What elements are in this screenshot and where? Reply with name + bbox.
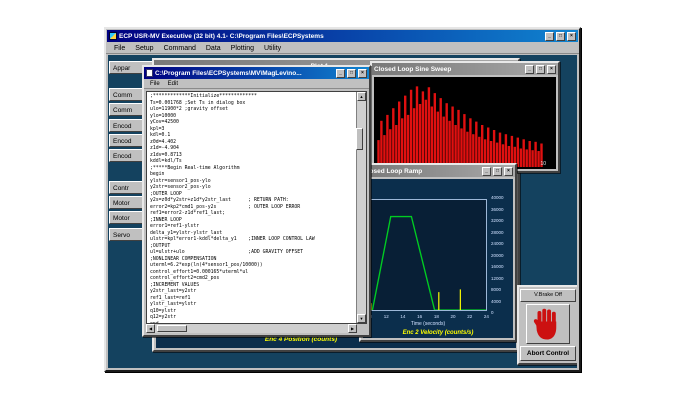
ramp-titlebar[interactable]: Closed Loop Ramp _ □ × (361, 165, 515, 177)
ramp-xtick-label: 16 (417, 314, 423, 319)
control-panel: V.Brake Off Abort Control (517, 285, 577, 365)
ramp-ytick-label: 32000 (491, 218, 504, 223)
ramp-maximize-button[interactable]: □ (493, 166, 502, 176)
app-titlebar[interactable]: ECP USR-MV Executive (32 bit) 4.1- C:\Pr… (107, 30, 578, 42)
ramp-window: Closed Loop Ramp _ □ × 40000 36000 32000 28… (359, 163, 517, 342)
menu-utility[interactable]: Utility (259, 45, 286, 52)
editor-vertical-scrollbar[interactable]: ▲ ▼ (356, 92, 366, 323)
editor-window: C:\Program Files\ECPSystems\MV\MagLev\no… (142, 65, 371, 337)
sine-sweep-spectrum-plot (377, 86, 543, 167)
ramp-ytick-label: 16000 (491, 264, 504, 269)
menu-plotting[interactable]: Plotting (226, 45, 259, 52)
ramp-xtick-label: 14 (400, 314, 406, 319)
ramp-ytick-label: 4000 (491, 298, 502, 304)
document-icon (146, 69, 153, 77)
vertical-scroll-thumb[interactable] (356, 128, 363, 150)
app-title: ECP USR-MV Executive (32 bit) 4.1- C:\Pr… (119, 32, 324, 40)
ramp-ytick-label: 20000 (491, 252, 504, 258)
ramp-x-axis: 1012141618202224 (367, 314, 489, 319)
editor-menu-edit[interactable]: Edit (164, 81, 182, 87)
vbrake-off-button[interactable]: V.Brake Off (520, 289, 576, 302)
ramp-xtick-label: 24 (483, 314, 489, 319)
menu-file[interactable]: File (109, 45, 130, 52)
app-client-area: Appar Comm Comm Encod Encod Encod Contr … (108, 55, 577, 368)
menu-command[interactable]: Command (159, 45, 201, 52)
ramp-y-axis: 40000 36000 32000 28000 24000 20000 16000 12000… (491, 195, 515, 315)
editor-menubar: File Edit (144, 79, 369, 89)
sine-sweep-close-button[interactable]: × (547, 64, 556, 74)
ramp-plot-frame (369, 199, 487, 311)
ramp-plot-area: 40000 36000 32000 28000 24000 20000 16000 12000… (363, 179, 513, 338)
editor-maximize-button[interactable]: □ (347, 68, 356, 78)
sine-sweep-window: Closed Loop Sine Sweep _ □ × 10 (370, 61, 560, 173)
editor-close-button[interactable]: × (358, 68, 367, 78)
code-text-area[interactable]: ;*************Initialize************* Ts… (147, 92, 356, 323)
ramp-plot-svg (370, 215, 486, 310)
abort-control-button[interactable]: Abort Control (520, 346, 576, 361)
ramp-x-axis-label: Time (seconds) (410, 321, 446, 327)
ramp-caption: Enc 2 Velocity (counts/s) (402, 330, 474, 336)
ramp-xtick-label: 18 (433, 314, 439, 319)
app-menubar: File Setup Command Data Plotting Utility (106, 43, 579, 54)
ramp-ytick-label: 28000 (491, 229, 504, 235)
sine-sweep-maximize-button[interactable]: □ (536, 64, 545, 74)
ramp-minimize-button[interactable]: _ (482, 166, 491, 176)
app-icon (109, 32, 117, 40)
sine-sweep-titlebar[interactable]: Closed Loop Sine Sweep _ □ × (372, 63, 558, 75)
menu-setup[interactable]: Setup (130, 45, 158, 52)
app-minimize-button[interactable]: _ (545, 31, 554, 41)
abort-hand-button[interactable] (526, 303, 570, 345)
app-maximize-button[interactable]: □ (556, 31, 565, 41)
editor-menu-file[interactable]: File (146, 81, 164, 87)
ramp-ytick-label: 0 (491, 310, 494, 315)
ramp-close-button[interactable]: × (504, 166, 513, 176)
editor-minimize-button[interactable]: _ (336, 68, 345, 78)
app-close-button[interactable]: × (567, 31, 576, 41)
horizontal-scroll-thumb[interactable] (157, 325, 187, 332)
editor-title: C:\Program Files\ECPSystems\MV\MagLev\no… (155, 69, 302, 77)
sine-sweep-minimize-button[interactable]: _ (525, 64, 534, 74)
menu-data[interactable]: Data (201, 45, 226, 52)
ramp-ytick-label: 8000 (491, 287, 502, 292)
ramp-xtick-label: 12 (383, 314, 389, 319)
sine-sweep-xtick: 10 (540, 161, 546, 167)
stop-hand-icon (533, 308, 557, 340)
ramp-ytick-label: 24000 (491, 241, 504, 246)
scroll-right-icon[interactable]: ▶ (348, 324, 357, 333)
ramp-xtick-label: 20 (450, 314, 456, 319)
scroll-up-icon[interactable]: ▲ (357, 92, 366, 101)
ramp-ytick-label: 36000 (491, 206, 504, 212)
scroll-down-icon[interactable]: ▼ (357, 314, 366, 323)
app-window: ECP USR-MV Executive (32 bit) 4.1- C:\Pr… (104, 27, 581, 372)
sine-sweep-plot-area: 10 (374, 77, 556, 169)
ramp-xtick-label: 22 (467, 314, 473, 319)
ramp-ytick-label: 12000 (491, 275, 504, 281)
sine-sweep-title: Closed Loop Sine Sweep (374, 65, 452, 73)
scroll-left-icon[interactable]: ◀ (146, 324, 155, 333)
editor-body: ;*************Initialize************* Ts… (146, 91, 367, 324)
editor-titlebar[interactable]: C:\Program Files\ECPSystems\MV\MagLev\no… (144, 67, 369, 79)
desktop: { "main_window": { "title": "ECP USR-MV … (0, 0, 688, 400)
ramp-title: Closed Loop Ramp (363, 167, 423, 175)
ramp-ytick-label: 40000 (491, 195, 504, 200)
